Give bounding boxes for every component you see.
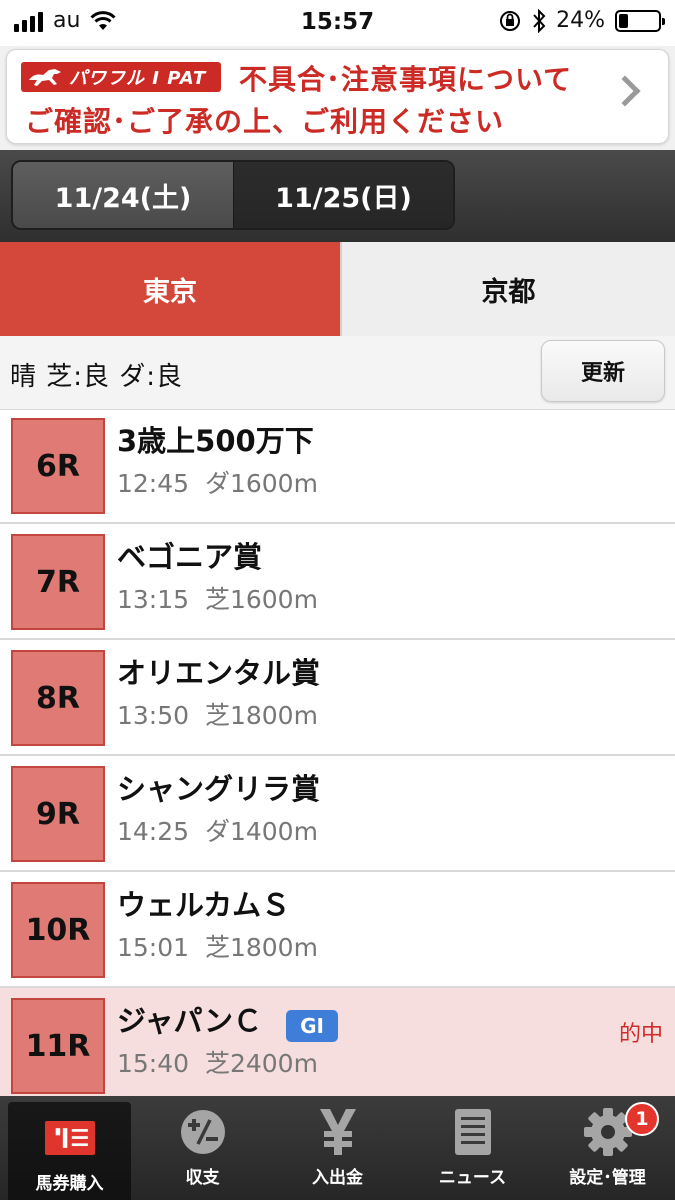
ipat-logo: パワフル I PAT (21, 62, 221, 92)
banner-subtitle: ご確認･ご了承の上、ご利用ください (25, 105, 505, 138)
race-number: 9R (11, 766, 105, 862)
race-time: 15:01 (117, 933, 190, 962)
tab-bet-purchase[interactable]: 馬券購入 (8, 1102, 131, 1200)
race-course: ダ1600m (204, 469, 318, 498)
race-list[interactable]: 6R 3歳上500万下 12:45 ダ1600m 7R ベゴニア賞 13:15 … (0, 410, 675, 1096)
battery-icon (615, 9, 665, 32)
race-course: 芝2400m (204, 1049, 318, 1078)
horse-icon (29, 69, 61, 86)
race-name: ジャパンＣ (117, 1004, 263, 1038)
logo-text: パワフル I PAT (69, 68, 207, 89)
result-label: 的中 (618, 1022, 663, 1047)
tab-deposit[interactable]: 入出金 (270, 1096, 405, 1200)
race-course: 芝1800m (204, 933, 318, 962)
date-tab-sun[interactable]: 11/25(日) (233, 162, 453, 228)
race-name: シャングリラ賞 (117, 772, 321, 806)
race-row-10r[interactable]: 10R ウェルカムＳ 15:01 芝1800m (0, 872, 675, 988)
race-number: 7R (11, 534, 105, 630)
race-info: 13:15 芝1600m (117, 580, 318, 616)
date-tab-sat[interactable]: 11/24(土) (13, 162, 233, 228)
race-row-11r[interactable]: 11R ジャパンＣ GI 的中 15:40 芝2400m (0, 988, 675, 1096)
venue-tab-kyoto[interactable]: 京都 (340, 242, 675, 336)
bluetooth-icon (533, 8, 546, 33)
yen-icon (313, 1107, 363, 1157)
race-name: オリエンタル賞 (117, 656, 321, 690)
race-info: 12:45 ダ1600m (117, 464, 318, 500)
race-row-6r[interactable]: 6R 3歳上500万下 12:45 ダ1600m (0, 410, 675, 524)
race-number: 11R (11, 998, 105, 1094)
venue-tab-tokyo[interactable]: 東京 (0, 242, 340, 336)
track-condition-bar: 晴 芝:良 ダ:良 更新 (0, 336, 675, 410)
tab-label: 設定･管理 (569, 1168, 646, 1188)
race-number: 6R (11, 418, 105, 514)
race-time: 12:45 (117, 469, 190, 498)
race-course: ダ1400m (204, 817, 318, 846)
notification-badge: 1 (625, 1102, 659, 1136)
race-info: 15:01 芝1800m (117, 928, 318, 964)
race-info: 15:40 芝2400m (117, 1044, 318, 1080)
status-bar: au 15:57 24% (0, 0, 675, 46)
race-time: 15:40 (117, 1049, 190, 1078)
balance-icon (178, 1107, 228, 1157)
orientation-lock-icon (500, 10, 521, 31)
notice-banner[interactable]: パワフル I PAT 不具合･注意事項について ご確認･ご了承の上、ご利用くださ… (6, 49, 669, 144)
race-time: 14:25 (117, 817, 190, 846)
tab-settings[interactable]: 設定･管理 1 (540, 1096, 675, 1200)
race-number: 8R (11, 650, 105, 746)
race-info: 13:50 芝1800m (117, 696, 318, 732)
tab-balance[interactable]: 収支 (135, 1096, 270, 1200)
race-course: 芝1600m (204, 585, 318, 614)
news-icon (448, 1107, 498, 1157)
track-condition-text: 晴 芝:良 ダ:良 (10, 362, 184, 392)
notice-banner-area: パワフル I PAT 不具合･注意事項について ご確認･ご了承の上、ご利用くださ… (0, 46, 675, 150)
tab-label: 馬券購入 (35, 1174, 104, 1194)
bottom-tab-bar: 馬券購入 収支 入出金 ニュース 設定･管理 1 (0, 1096, 675, 1200)
ticket-icon (44, 1113, 95, 1163)
tab-label: 収支 (185, 1168, 220, 1188)
venue-tabs: 東京 京都 (0, 242, 675, 336)
race-info: 14:25 ダ1400m (117, 812, 318, 848)
race-time: 13:50 (117, 701, 190, 730)
chevron-right-icon (609, 75, 641, 107)
race-name: ウェルカムＳ (117, 888, 291, 922)
race-name: ベゴニア賞 (117, 540, 263, 574)
race-name: 3歳上500万下 (117, 424, 314, 458)
date-toolbar: 11/24(土) 11/25(日) (0, 150, 675, 242)
race-number: 10R (11, 882, 105, 978)
tab-label: ニュース (438, 1168, 507, 1188)
banner-title: 不具合･注意事項について (239, 63, 573, 96)
race-row-9r[interactable]: 9R シャングリラ賞 14:25 ダ1400m (0, 756, 675, 872)
battery-percent: 24% (556, 8, 605, 33)
race-time: 13:15 (117, 585, 190, 614)
date-segmented-control: 11/24(土) 11/25(日) (11, 160, 455, 230)
grade-badge: GI (286, 1010, 338, 1042)
race-course: 芝1800m (204, 701, 318, 730)
race-row-7r[interactable]: 7R ベゴニア賞 13:15 芝1600m (0, 524, 675, 640)
race-row-8r[interactable]: 8R オリエンタル賞 13:50 芝1800m (0, 640, 675, 756)
tab-news[interactable]: ニュース (405, 1096, 540, 1200)
tab-label: 入出金 (312, 1168, 363, 1188)
refresh-button[interactable]: 更新 (541, 340, 665, 402)
